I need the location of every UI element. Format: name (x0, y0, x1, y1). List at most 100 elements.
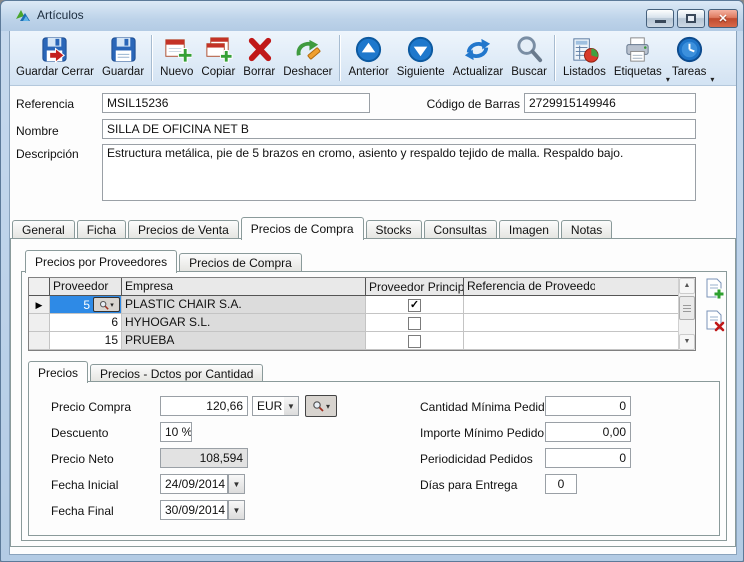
pricetab-precios[interactable]: Precios (28, 361, 88, 383)
fecha-inicial-dropdown-icon[interactable]: ▼ (228, 474, 245, 494)
grid-row-1[interactable]: ▶ 5 ▾ PLASTIC CHAIR S.A. (29, 296, 695, 314)
descripcion-label: Descripción (16, 147, 79, 161)
grid-row-3[interactable]: 15 PRUEBA (29, 332, 695, 350)
price-tab-bar: Precios Precios - Dctos por Cantidad (28, 359, 265, 382)
scroll-up-icon[interactable]: ▲ (679, 278, 695, 294)
minimize-button[interactable] (646, 9, 674, 28)
grid-row-2[interactable]: 6 HYHOGAR S.L. (29, 314, 695, 332)
reports-label: Listados (563, 66, 606, 78)
codigo-barras-input[interactable]: 2729915149946 (524, 93, 696, 113)
previous-button[interactable]: Anterior (344, 32, 392, 84)
proveedor-cell[interactable]: 6 (49, 314, 121, 331)
principal-cell[interactable] (365, 296, 463, 313)
grid-vertical-scrollbar[interactable]: ▲ ▼ (678, 278, 695, 350)
proveedores-panel: Proveedor Empresa Proveedor Principal Re… (21, 271, 727, 541)
delete-row-icon (703, 309, 727, 333)
cell-lookup-button[interactable]: ▾ (93, 297, 120, 312)
previous-label: Anterior (348, 66, 388, 78)
principal-checkbox[interactable] (408, 299, 421, 312)
lookup-dropdown-arrow-icon: ▾ (110, 301, 114, 309)
reports-button[interactable]: Listados (559, 32, 610, 84)
copy-record-icon (203, 34, 234, 65)
importe-minimo-input[interactable]: 0,00 (545, 422, 631, 442)
scroll-down-icon[interactable]: ▼ (679, 334, 695, 350)
refresh-button[interactable]: Actualizar (449, 32, 508, 84)
precio-compra-input[interactable]: 120,66 (160, 396, 248, 416)
delete-button[interactable]: Borrar (239, 32, 279, 84)
referencia-proveedor-cell[interactable] (463, 296, 595, 313)
delete-record-icon (244, 34, 275, 65)
search-icon (514, 34, 545, 65)
referencia-proveedor-cell[interactable] (463, 332, 595, 349)
lookup-dropdown-arrow-icon: ▾ (326, 402, 330, 411)
delete-row-button[interactable] (702, 308, 728, 334)
search-button[interactable]: Buscar (507, 32, 551, 84)
descuento-label: Descuento (51, 426, 108, 440)
add-row-button[interactable] (702, 276, 728, 302)
next-button[interactable]: Siguiente (393, 32, 449, 84)
currency-select[interactable]: EUR (252, 396, 284, 416)
reports-icon (569, 34, 600, 65)
precios-de-compra-panel: Precios por Proveedores Precios de Compr… (10, 238, 736, 547)
subtab-precios-por-proveedores[interactable]: Precios por Proveedores (25, 250, 177, 273)
principal-cell[interactable] (365, 332, 463, 349)
currency-dropdown-icon[interactable]: ▼ (284, 396, 299, 416)
title-bar[interactable]: Artículos ✕ (1, 1, 744, 31)
supplier-lookup-button[interactable]: ▾ (305, 395, 337, 417)
next-icon (405, 34, 436, 65)
toolbar-separator (554, 35, 556, 81)
principal-checkbox[interactable] (408, 335, 421, 348)
tab-stocks[interactable]: Stocks (366, 220, 422, 239)
fecha-final-label: Fecha Final (51, 504, 114, 518)
fecha-final-input[interactable]: 30/09/2014 (160, 500, 228, 520)
tasks-button[interactable]: Tareas (668, 32, 711, 84)
labels-button[interactable]: Etiquetas (610, 32, 666, 84)
tab-imagen[interactable]: Imagen (499, 220, 559, 239)
scrollbar-thumb[interactable] (679, 296, 695, 320)
referencia-proveedor-cell[interactable] (463, 314, 595, 331)
empresa-cell[interactable]: PRUEBA (121, 332, 365, 349)
tab-precios-de-venta[interactable]: Precios de Venta (128, 220, 239, 239)
precio-compra-label: Precio Compra (51, 400, 131, 414)
maximize-button[interactable] (677, 9, 705, 28)
tab-consultas[interactable]: Consultas (424, 220, 497, 239)
fecha-inicial-input[interactable]: 24/09/2014 (160, 474, 228, 494)
periodicidad-input[interactable]: 0 (545, 448, 631, 468)
proveedor-cell-selected[interactable]: 5 ▾ (49, 296, 121, 313)
subtab-precios-de-compra[interactable]: Precios de Compra (179, 253, 302, 272)
principal-cell[interactable] (365, 314, 463, 331)
descripcion-textarea[interactable]: Estructura metálica, pie de 5 brazos en … (102, 144, 696, 201)
save-button[interactable]: Guardar (98, 32, 148, 84)
principal-checkbox[interactable] (408, 317, 421, 330)
add-row-icon (703, 277, 727, 301)
save-close-button[interactable]: Guardar Cerrar (12, 32, 98, 84)
grid-header-proveedor-principal[interactable]: Proveedor Principal (365, 278, 463, 295)
empresa-cell[interactable]: PLASTIC CHAIR S.A. (121, 296, 365, 313)
tasks-dropdown-arrow-icon[interactable]: ▾ (710, 75, 714, 84)
tasks-label: Tareas (672, 66, 707, 78)
cantidad-minima-input[interactable]: 0 (545, 396, 631, 416)
precio-neto-label: Precio Neto (51, 452, 114, 466)
referencia-input[interactable]: MSIL15236 (102, 93, 370, 113)
grid-header-empresa[interactable]: Empresa (121, 278, 365, 295)
grid-header-proveedor[interactable]: Proveedor (49, 278, 121, 295)
new-button[interactable]: Nuevo (156, 32, 197, 84)
tab-ficha[interactable]: Ficha (77, 220, 126, 239)
descuento-input[interactable]: 10 % (160, 422, 192, 442)
fecha-final-dropdown-icon[interactable]: ▼ (228, 500, 245, 520)
tab-precios-de-compra[interactable]: Precios de Compra (241, 217, 364, 240)
pricetab-dctos-por-cantidad[interactable]: Precios - Dctos por Cantidad (90, 364, 263, 382)
grid-header-referencia-proveedor[interactable]: Referencia de Proveedor (463, 278, 595, 295)
dias-entrega-input[interactable]: 0 (545, 474, 577, 494)
copy-button[interactable]: Copiar (197, 32, 239, 84)
tab-general[interactable]: General (12, 220, 75, 239)
proveedor-cell[interactable]: 15 (49, 332, 121, 349)
delete-label: Borrar (243, 66, 275, 78)
tab-notas[interactable]: Notas (561, 220, 612, 239)
close-button[interactable]: ✕ (708, 9, 738, 28)
empresa-cell[interactable]: HYHOGAR S.L. (121, 314, 365, 331)
nombre-input[interactable]: SILLA DE OFICINA NET B (102, 119, 696, 139)
undo-button[interactable]: Deshacer (279, 32, 336, 84)
magnifier-icon (312, 400, 324, 412)
save-label: Guardar (102, 66, 144, 78)
